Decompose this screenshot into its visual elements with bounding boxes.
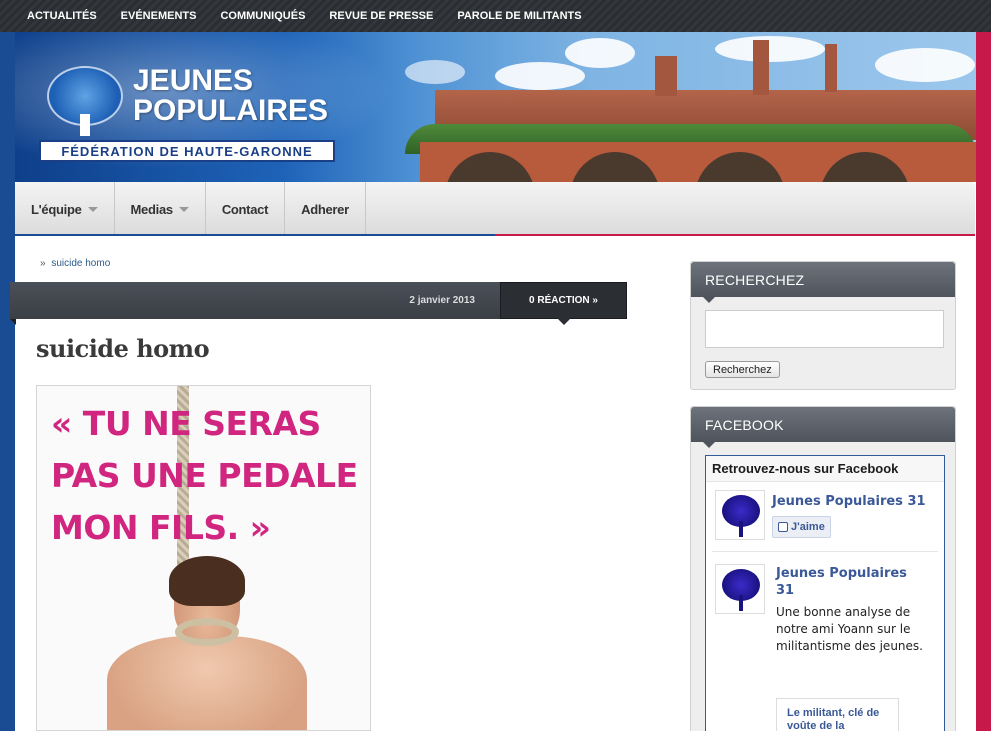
breadcrumb-separator: »	[40, 258, 46, 269]
facebook-post-text: Une bonne analyse de notre ami Yoann sur…	[776, 605, 923, 653]
chevron-down-icon	[87, 206, 98, 212]
main-nav-equipe-label: L'équipe	[31, 201, 82, 217]
site-logo-title[interactable]: JEUNES POPULAIRES	[133, 66, 328, 126]
banner-tower	[825, 44, 837, 92]
poster-noose	[175, 618, 239, 646]
search-input[interactable]	[705, 310, 944, 348]
main-nav-medias-label: Medias	[130, 201, 174, 217]
facebook-page-avatar[interactable]	[715, 490, 765, 540]
main-nav-medias[interactable]: Medias	[115, 182, 206, 236]
top-nav-evenements[interactable]: EVÉNEMENTS	[121, 10, 197, 22]
banner-cloud	[495, 62, 585, 90]
facebook-like-label: J'aime	[791, 521, 825, 533]
main-nav-bar: L'équipe Medias Contact Adherer	[15, 182, 975, 236]
post-title: suicide homo	[36, 334, 210, 363]
facebook-widget: FACEBOOK Retrouvez-nous sur Facebook Jeu…	[690, 406, 956, 731]
facebook-post-avatar[interactable]	[715, 564, 765, 614]
banner-cloud	[405, 60, 465, 84]
top-nav-actualites[interactable]: ACTUALITÉS	[27, 10, 97, 22]
thumbs-up-icon	[778, 522, 788, 532]
poster-caption-line1: « TU NE SERAS	[51, 404, 321, 443]
chevron-down-icon	[178, 206, 189, 212]
banner-cloud	[875, 48, 975, 82]
top-nav-communiques[interactable]: COMMUNIQUÉS	[220, 10, 305, 22]
breadcrumb-current[interactable]: suicide homo	[51, 258, 110, 269]
facebook-like-box: Retrouvez-nous sur Facebook Jeunes Popul…	[705, 455, 945, 731]
search-button[interactable]: Recherchez	[705, 361, 780, 378]
poster-caption: « TU NE SERAS PAS UNE PEDALE MON FILS. »	[51, 398, 358, 554]
main-nav-adherer[interactable]: Adherer	[285, 182, 366, 236]
post-poster-image[interactable]: « TU NE SERAS PAS UNE PEDALE MON FILS. »	[36, 385, 371, 731]
top-nav-revue-de-presse[interactable]: REVUE DE PRESSE	[329, 10, 433, 22]
tricolor-stripe-left	[0, 32, 15, 731]
banner-tower	[753, 40, 769, 95]
main-nav-adherer-label: Adherer	[301, 201, 349, 217]
main-nav-contact[interactable]: Contact	[206, 182, 286, 236]
search-widget-heading: RECHERCHEZ	[691, 262, 955, 303]
logo-title-line2: POPULAIRES	[133, 94, 329, 127]
facebook-post-link-preview[interactable]: Le militant, clé de voûte de la	[776, 698, 899, 731]
site-banner[interactable]: JEUNES POPULAIRES FÉDÉRATION DE HAUTE-GA…	[15, 32, 976, 182]
banner-tower	[655, 56, 677, 96]
top-nav-bar: ACTUALITÉS EVÉNEMENTS COMMUNIQUÉS REVUE …	[0, 0, 991, 32]
facebook-widget-heading: FACEBOOK	[691, 407, 955, 448]
main-nav-tricolor-line	[15, 234, 975, 236]
banner-cloud	[565, 38, 635, 68]
facebook-divider	[712, 551, 938, 552]
facebook-post-author[interactable]: Jeunes Populaires 31	[776, 565, 907, 599]
banner-cloud	[715, 36, 825, 62]
poster-caption-line3: MON FILS. »	[51, 508, 271, 547]
post-meta-bar: 2 janvier 2013 0 RÉACTION »	[10, 282, 627, 325]
facebook-like-button[interactable]: J'aime	[772, 516, 831, 538]
logo-federation-label: FÉDÉRATION DE HAUTE-GARONNE	[39, 140, 335, 162]
main-nav-equipe[interactable]: L'équipe	[15, 182, 115, 236]
logo-tree-icon	[47, 66, 123, 136]
top-nav-parole-de-militants[interactable]: PAROLE DE MILITANTS	[457, 10, 581, 22]
tricolor-stripe-right	[976, 32, 991, 731]
facebook-post-author-line1: Jeunes Populaires	[776, 566, 907, 581]
post-reactions-link[interactable]: 0 RÉACTION »	[500, 282, 627, 325]
tree-trunk	[739, 595, 743, 611]
main-nav-contact-label: Contact	[221, 201, 269, 217]
facebook-post-author-line2: 31	[776, 583, 795, 598]
facebook-box-title: Retrouvez-nous sur Facebook	[706, 456, 944, 482]
breadcrumb: » suicide homo	[40, 258, 110, 269]
facebook-page-name[interactable]: Jeunes Populaires 31	[772, 493, 926, 510]
tree-trunk	[739, 521, 743, 537]
post-date: 2 janvier 2013	[409, 295, 475, 306]
search-widget: RECHERCHEZ Recherchez	[690, 261, 956, 390]
poster-figure-torso	[107, 636, 307, 730]
logo-title-line1: JEUNES	[133, 64, 254, 97]
poster-figure-hair	[169, 556, 245, 606]
poster-caption-line2: PAS UNE PEDALE	[51, 456, 358, 495]
